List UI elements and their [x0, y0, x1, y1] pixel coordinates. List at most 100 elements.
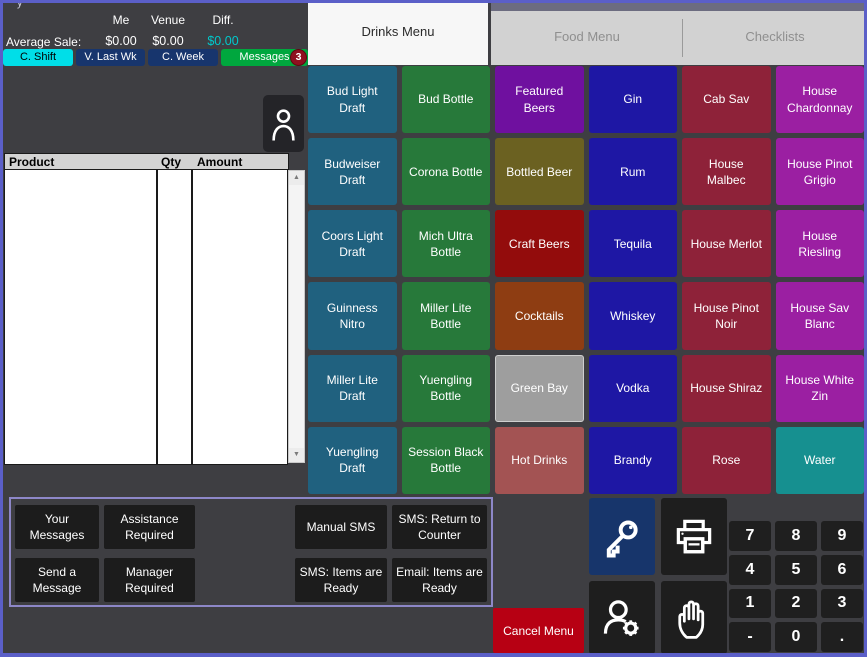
stats-button-v-last-wk[interactable]: V. Last Wk: [76, 49, 145, 66]
scroll-down-arrow-icon[interactable]: ▼: [289, 448, 304, 462]
stop-hand-button[interactable]: [661, 581, 727, 654]
menu-item-cocktails[interactable]: Cocktails: [495, 282, 584, 349]
numpad-key-7[interactable]: 7: [729, 521, 771, 551]
pos-window: y Me Venue Diff. Average Sale: $0.00 $0.…: [0, 0, 867, 657]
menu-item-budweiser-draft[interactable]: Budweiser Draft: [308, 138, 397, 205]
message-button-sms-return-to-counter[interactable]: SMS: Return to Counter: [392, 505, 487, 549]
message-button-manual-sms[interactable]: Manual SMS: [295, 505, 387, 549]
stats-button-c-week[interactable]: C. Week: [148, 49, 218, 66]
menu-item-rose[interactable]: Rose: [682, 427, 771, 494]
stats-button-c-shift[interactable]: C. Shift: [3, 49, 73, 66]
message-button-your-messages[interactable]: Your Messages: [15, 505, 99, 549]
menu-item-bud-light-draft[interactable]: Bud Light Draft: [308, 66, 397, 133]
menu-item-house-malbec[interactable]: House Malbec: [682, 138, 771, 205]
menu-item-bud-bottle[interactable]: Bud Bottle: [402, 66, 491, 133]
key-icon: [600, 515, 644, 559]
order-table-qty-column: [157, 169, 192, 465]
print-button[interactable]: [661, 498, 727, 575]
tab-checklists[interactable]: Checklists: [683, 11, 867, 65]
numpad: 789 456 123 -0.: [729, 521, 863, 652]
printer-icon: [671, 514, 717, 560]
order-table-product-column: [4, 169, 157, 465]
menu-item-vodka[interactable]: Vodka: [589, 355, 678, 422]
menu-item-featured-beers[interactable]: Featured Beers: [495, 66, 584, 133]
key-login-button[interactable]: [589, 498, 655, 575]
tab-food-menu[interactable]: Food Menu: [491, 11, 683, 65]
stats-header-venue: Venue: [144, 13, 192, 27]
numpad-key-minus[interactable]: -: [729, 622, 771, 652]
numpad-key-3[interactable]: 3: [821, 589, 863, 619]
message-panel: Your MessagesAssistance Required Manual S…: [9, 497, 493, 607]
order-table-header: Product Qty Amount: [4, 153, 289, 170]
menu-item-session-black-bottle[interactable]: Session Black Bottle: [402, 427, 491, 494]
menu-item-house-chardonnay[interactable]: House Chardonnay: [776, 66, 865, 133]
cancel-menu-button[interactable]: Cancel Menu: [493, 608, 584, 653]
drinks-menu-grid: Bud Light DraftBud BottleFeatured BeersG…: [308, 66, 864, 494]
tab-divider: [682, 19, 683, 57]
message-panel-empty-slot: [200, 558, 290, 602]
message-button-manager-required[interactable]: Manager Required: [104, 558, 195, 602]
average-sale-me: $0.00: [100, 34, 142, 48]
menu-item-green-bay[interactable]: Green Bay: [495, 355, 584, 422]
numpad-key-2[interactable]: 2: [775, 589, 817, 619]
menu-item-house-pinot-grigio[interactable]: House Pinot Grigio: [776, 138, 865, 205]
clipped-text-fragment: y: [17, 0, 23, 9]
menu-item-miller-lite-draft[interactable]: Miller Lite Draft: [308, 355, 397, 422]
menu-item-yuengling-bottle[interactable]: Yuengling Bottle: [402, 355, 491, 422]
numpad-key-5[interactable]: 5: [775, 555, 817, 585]
menu-item-guinness-nitro[interactable]: Guinness Nitro: [308, 282, 397, 349]
customer-button[interactable]: [263, 95, 304, 152]
user-settings-icon: [599, 595, 645, 641]
menu-item-house-pinot-noir[interactable]: House Pinot Noir: [682, 282, 771, 349]
menu-item-miller-lite-bottle[interactable]: Miller Lite Bottle: [402, 282, 491, 349]
column-qty: Qty: [161, 155, 181, 169]
numpad-key-8[interactable]: 8: [775, 521, 817, 551]
menu-item-whiskey[interactable]: Whiskey: [589, 282, 678, 349]
menu-item-tequila[interactable]: Tequila: [589, 210, 678, 277]
menu-item-house-shiraz[interactable]: House Shiraz: [682, 355, 771, 422]
menu-item-mich-ultra-bottle[interactable]: Mich Ultra Bottle: [402, 210, 491, 277]
message-button-assistance-required[interactable]: Assistance Required: [104, 505, 195, 549]
numpad-key-9[interactable]: 9: [821, 521, 863, 551]
menu-item-yuengling-draft[interactable]: Yuengling Draft: [308, 427, 397, 494]
menu-item-house-merlot[interactable]: House Merlot: [682, 210, 771, 277]
stats-header-me: Me: [100, 13, 142, 27]
average-sale-diff: $0.00: [199, 34, 247, 48]
average-sale-venue: $0.00: [144, 34, 192, 48]
menu-item-rum[interactable]: Rum: [589, 138, 678, 205]
message-panel-empty-slot: [200, 505, 290, 549]
menu-item-hot-drinks[interactable]: Hot Drinks: [495, 427, 584, 494]
scroll-up-arrow-icon[interactable]: ▲: [289, 171, 304, 185]
menu-item-bottled-beer[interactable]: Bottled Beer: [495, 138, 584, 205]
user-settings-button[interactable]: [589, 581, 655, 654]
numpad-key-6[interactable]: 6: [821, 555, 863, 585]
column-product: Product: [9, 155, 54, 169]
menu-item-corona-bottle[interactable]: Corona Bottle: [402, 138, 491, 205]
message-panel-row: Your MessagesAssistance Required Manual S…: [15, 505, 487, 549]
menu-item-brandy[interactable]: Brandy: [589, 427, 678, 494]
menu-item-gin[interactable]: Gin: [589, 66, 678, 133]
order-table-scrollbar[interactable]: ▲ ▼: [288, 170, 305, 463]
numpad-key-4[interactable]: 4: [729, 555, 771, 585]
messages-count-badge: 3: [290, 49, 307, 66]
tab-drinks-menu[interactable]: Drinks Menu: [308, 3, 488, 65]
order-table-amount-column: [192, 169, 288, 465]
menu-item-cab-sav[interactable]: Cab Sav: [682, 66, 771, 133]
menu-item-house-riesling[interactable]: House Riesling: [776, 210, 865, 277]
message-button-send-a-message[interactable]: Send a Message: [15, 558, 99, 602]
tab-strip: [491, 3, 867, 11]
message-panel-row: Send a MessageManager Required SMS: Items…: [15, 558, 487, 602]
numpad-key-1[interactable]: 1: [729, 589, 771, 619]
numpad-key-decimal[interactable]: .: [821, 622, 863, 652]
stop-hand-icon: [671, 595, 717, 641]
menu-item-house-white-zin[interactable]: House White Zin: [776, 355, 865, 422]
message-button-email-items-are-ready[interactable]: Email: Items are Ready: [392, 558, 487, 602]
numpad-key-0[interactable]: 0: [775, 622, 817, 652]
average-sale-label: Average Sale:: [6, 35, 81, 49]
menu-item-house-sav-blanc[interactable]: House Sav Blanc: [776, 282, 865, 349]
menu-item-craft-beers[interactable]: Craft Beers: [495, 210, 584, 277]
column-amount: Amount: [197, 155, 242, 169]
menu-item-water[interactable]: Water: [776, 427, 865, 494]
message-button-sms-items-are-ready[interactable]: SMS: Items are Ready: [295, 558, 387, 602]
menu-item-coors-light-draft[interactable]: Coors Light Draft: [308, 210, 397, 277]
